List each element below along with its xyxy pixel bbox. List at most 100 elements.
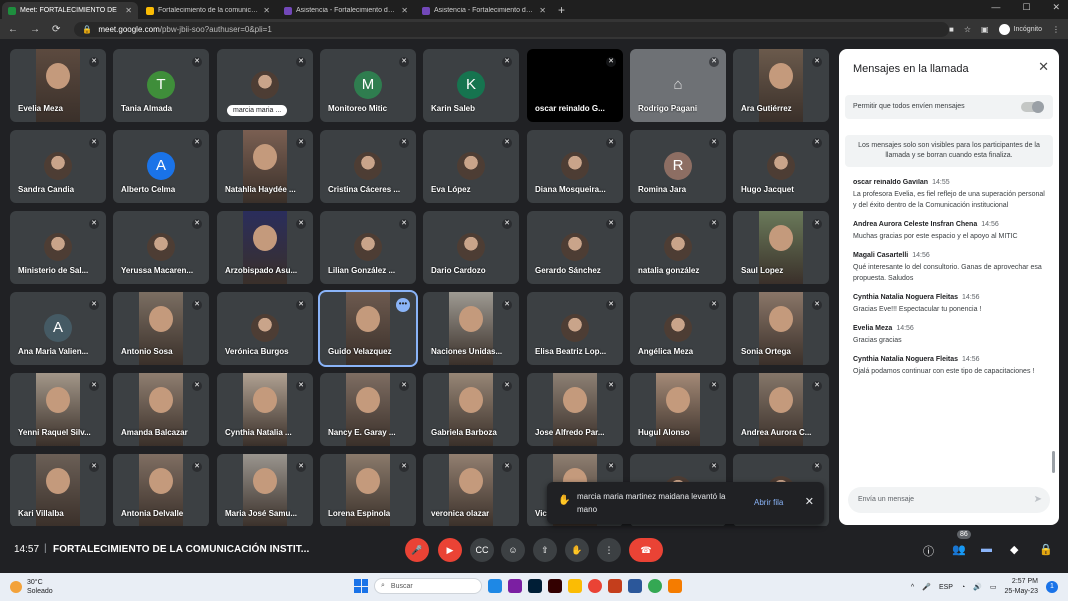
close-tab-icon[interactable]: ✕ bbox=[263, 6, 270, 15]
browser-tab[interactable]: Meet: FORTALECIMIENTO DE ✕ bbox=[2, 2, 138, 19]
powerpoint-icon[interactable] bbox=[608, 579, 622, 593]
participant-tile[interactable]: ✕ Cynthia Natalia ... bbox=[217, 373, 313, 446]
participant-tile[interactable]: ⌂ ✕ Rodrigo Pagani bbox=[630, 49, 726, 122]
url-field[interactable]: 🔒 meet.google.com/pbw-jbii-soo?authuser=… bbox=[74, 21, 949, 37]
participant-tile[interactable]: T ✕ Tania Almada bbox=[113, 49, 209, 122]
participant-tile[interactable]: ✕ marcia maria ... bbox=[217, 49, 313, 122]
participant-tile[interactable]: ✕ Amanda Balcazar bbox=[113, 373, 209, 446]
participant-tile[interactable]: ✕ Dario Cardozo bbox=[423, 211, 519, 284]
language-indicator[interactable]: ESP bbox=[939, 584, 953, 591]
forward-button[interactable]: → bbox=[30, 24, 40, 35]
participant-tile[interactable]: ✕ Natahlia Haydée ... bbox=[217, 130, 313, 203]
photoshop-icon[interactable] bbox=[528, 579, 542, 593]
participant-tile[interactable]: ✕ Ministerio de Sal... bbox=[10, 211, 106, 284]
back-button[interactable]: ← bbox=[8, 24, 18, 35]
participant-tile[interactable]: ✕ Naciones Unidas... bbox=[423, 292, 519, 365]
info-icon[interactable]: ⓘ bbox=[923, 543, 934, 559]
participant-tile[interactable]: ✕ oscar reinaldo G... bbox=[527, 49, 623, 122]
reactions-button[interactable]: ☺ bbox=[501, 538, 525, 562]
participant-tile[interactable]: ✕ Lorena Espinola bbox=[320, 454, 416, 526]
participant-tile[interactable]: R ✕ Romina Jara bbox=[630, 130, 726, 203]
activities-icon[interactable]: ◆ bbox=[1010, 543, 1018, 556]
participant-tile[interactable]: ••• Guido Velazquez bbox=[318, 290, 418, 367]
microphone-icon[interactable]: 🎤 bbox=[922, 583, 931, 591]
minimize-button[interactable]: — bbox=[991, 2, 1000, 13]
word-icon[interactable] bbox=[628, 579, 642, 593]
participant-tile[interactable]: ✕ Yerussa Macaren... bbox=[113, 211, 209, 284]
participant-tile[interactable]: ✕ Elisa Beatriz Lop... bbox=[527, 292, 623, 365]
participant-tile[interactable]: ✕ Nancy E. Garay ... bbox=[320, 373, 416, 446]
send-icon[interactable]: ➤ bbox=[1034, 487, 1042, 513]
participant-tile[interactable]: ✕ Sandra Candia bbox=[10, 130, 106, 203]
participant-tile[interactable]: ✕ Verónica Burgos bbox=[217, 292, 313, 365]
browser-tab[interactable]: Asistencia - Fortalecimiento de la ✕ bbox=[278, 2, 414, 19]
close-panel-button[interactable]: ✕ bbox=[1038, 59, 1049, 75]
app-icon[interactable] bbox=[508, 579, 522, 593]
battery-icon[interactable]: ▭ bbox=[990, 583, 997, 591]
close-window-button[interactable]: ✕ bbox=[1052, 2, 1060, 13]
participant-tile[interactable]: ✕ Ara Gutiérrez bbox=[733, 49, 829, 122]
chat-scrollbar[interactable] bbox=[1052, 451, 1055, 473]
app-icon[interactable] bbox=[488, 579, 502, 593]
chrome-icon[interactable] bbox=[588, 579, 602, 593]
participant-tile[interactable]: ✕ Gabriela Barboza bbox=[423, 373, 519, 446]
star-icon[interactable]: ☆ bbox=[964, 25, 971, 34]
close-tab-icon[interactable]: ✕ bbox=[539, 6, 546, 15]
participant-tile[interactable]: ✕ Saul Lopez bbox=[733, 211, 829, 284]
menu-icon[interactable]: ⋮ bbox=[1052, 25, 1060, 34]
more-options-button[interactable]: ⋮ bbox=[597, 538, 621, 562]
notification-badge[interactable]: 1 bbox=[1046, 581, 1058, 593]
participant-tile[interactable]: ✕ Lilian González ... bbox=[320, 211, 416, 284]
app-icon[interactable] bbox=[668, 579, 682, 593]
chrome-icon[interactable] bbox=[648, 579, 662, 593]
illustrator-icon[interactable] bbox=[548, 579, 562, 593]
close-tab-icon[interactable]: ✕ bbox=[401, 6, 408, 15]
captions-button[interactable]: CC bbox=[470, 538, 494, 562]
sidepanel-icon[interactable]: ▣ bbox=[981, 25, 989, 34]
open-queue-button[interactable]: Abrir fila bbox=[754, 498, 783, 507]
browser-tab[interactable]: Asistencia - Fortalecimiento de la ✕ bbox=[416, 2, 552, 19]
mic-off-button[interactable]: 🎤 bbox=[405, 538, 429, 562]
participant-tile[interactable]: ✕ Gerardo Sánchez bbox=[527, 211, 623, 284]
close-toast-button[interactable]: ✕ bbox=[805, 495, 814, 508]
new-tab-button[interactable]: + bbox=[558, 2, 565, 19]
participant-tile[interactable]: ✕ Angélica Meza bbox=[630, 292, 726, 365]
weather-widget[interactable]: 30°C Soleado bbox=[10, 578, 53, 596]
start-icon[interactable] bbox=[354, 579, 368, 593]
files-icon[interactable] bbox=[568, 579, 582, 593]
maximize-button[interactable]: ☐ bbox=[1022, 2, 1030, 13]
participant-tile[interactable]: A ✕ Alberto Celma bbox=[113, 130, 209, 203]
camera-off-button[interactable]: ▶ bbox=[438, 538, 462, 562]
reload-button[interactable]: ⟳ bbox=[52, 24, 60, 35]
participant-tile[interactable]: A ✕ Ana Maria Valien... bbox=[10, 292, 106, 365]
participant-tile[interactable]: ✕ Eva López bbox=[423, 130, 519, 203]
participant-tile[interactable]: ✕ Hugo Jacquet bbox=[733, 130, 829, 203]
participant-tile[interactable]: ✕ Andrea Aurora C... bbox=[733, 373, 829, 446]
chat-icon[interactable]: ▬ bbox=[981, 543, 992, 555]
participant-tile[interactable]: ✕ Evelia Meza bbox=[10, 49, 106, 122]
wifi-icon[interactable]: ◔ bbox=[961, 584, 965, 591]
participant-tile[interactable]: ✕ Cristina Cáceres ... bbox=[320, 130, 416, 203]
participant-tile[interactable]: ✕ veronica olazar bbox=[423, 454, 519, 526]
participant-tile[interactable]: M ✕ Monitoreo Mitic bbox=[320, 49, 416, 122]
host-controls-icon[interactable]: 🔒 bbox=[1039, 543, 1053, 556]
participant-tile[interactable]: ✕ Jose Alfredo Par... bbox=[527, 373, 623, 446]
close-tab-icon[interactable]: ✕ bbox=[125, 6, 132, 15]
participant-tile[interactable]: ✕ Antonia Delvalle bbox=[113, 454, 209, 526]
participant-tile[interactable]: ✕ Hugul Alonso bbox=[630, 373, 726, 446]
participant-tile[interactable]: ✕ Arzobispado Asu... bbox=[217, 211, 313, 284]
raise-hand-button[interactable]: ✋ bbox=[565, 538, 589, 562]
taskbar-clock[interactable]: 2:57 PM 25-May-23 bbox=[1005, 577, 1038, 597]
taskbar-search[interactable]: ⌕ Buscar bbox=[374, 578, 482, 594]
participant-tile[interactable]: ✕ Sonia Ortega bbox=[733, 292, 829, 365]
camera-icon[interactable]: ■ bbox=[949, 25, 954, 34]
message-input[interactable]: Envía un mensaje ➤ bbox=[848, 487, 1050, 513]
profile-incognito[interactable]: Incógnito bbox=[998, 23, 1042, 35]
participant-tile[interactable]: ✕ Kari Villalba bbox=[10, 454, 106, 526]
participant-tile[interactable]: ✕ Maria José Samu... bbox=[217, 454, 313, 526]
browser-tab[interactable]: Fortalecimiento de la comunicación ✕ bbox=[140, 2, 276, 19]
people-icon[interactable]: 👥 bbox=[952, 543, 966, 556]
volume-icon[interactable]: 🔊 bbox=[973, 583, 982, 591]
leave-call-button[interactable]: ☎ bbox=[629, 538, 663, 562]
participant-tile[interactable]: ✕ Antonio Sosa bbox=[113, 292, 209, 365]
